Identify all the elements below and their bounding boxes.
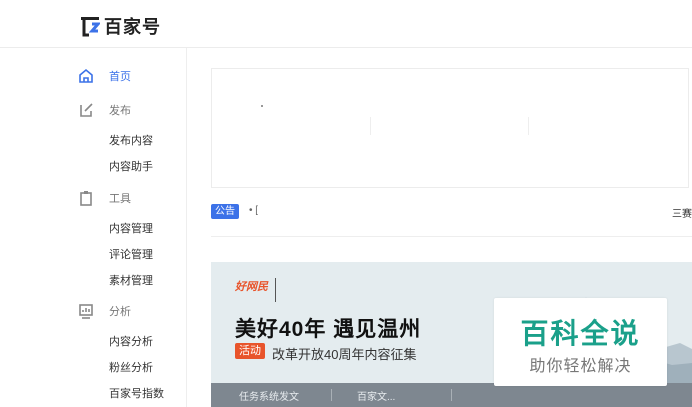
sidebar-subitem-material-management[interactable]: 素材管理 — [109, 272, 153, 288]
watermark-overlay: 百科全说 助你轻松解决 — [494, 298, 667, 386]
watermark-title: 百科全说 — [520, 318, 641, 349]
announcement-bar[interactable]: 公告 • [ 三赛 — [211, 204, 692, 220]
top-bar: 百家号 — [0, 0, 692, 48]
stat-marker — [261, 105, 263, 107]
sidebar-item-label: 首页 — [109, 71, 131, 83]
home-icon — [79, 68, 93, 83]
banner-logo-separator — [275, 278, 276, 302]
announcement-text[interactable]: • [ — [249, 205, 258, 216]
sidebar-item-home[interactable]: 首页 — [0, 64, 186, 88]
sidebar-subitem-publish-content[interactable]: 发布内容 — [109, 132, 153, 148]
sidebar-item-label: 分析 — [109, 306, 131, 318]
banner-subtitle: 改革开放40周年内容征集 — [272, 347, 417, 362]
sidebar-subitem-content-assistant[interactable]: 内容助手 — [109, 158, 153, 174]
stat-divider — [370, 117, 371, 135]
logo-text: 百家号 — [104, 17, 161, 37]
announcement-tail-text[interactable]: 三赛 — [672, 205, 692, 220]
sidebar-item-publish[interactable]: 发布 — [0, 98, 186, 122]
sidebar-item-label: 发布 — [109, 105, 131, 117]
banner-tab-bar: 任务系统发文 百家文... — [211, 383, 692, 407]
banner-tab-separator — [331, 389, 332, 401]
sidebar-item-label: 工具 — [109, 193, 131, 205]
watermark-subtitle: 助你轻松解决 — [529, 358, 632, 375]
banner-activity-tag: 活动 — [235, 343, 265, 359]
sidebar-subitem-comment-management[interactable]: 评论管理 — [109, 246, 153, 262]
logo-icon — [81, 17, 100, 37]
sidebar-item-analysis[interactable]: 分析 — [0, 299, 186, 323]
banner-tab-baijia-article[interactable]: 百家文... — [357, 388, 395, 403]
banner-logo-text: 好网民 — [235, 281, 268, 293]
sidebar-item-tools[interactable]: 工具 — [0, 186, 186, 210]
sidebar-subitem-fan-analysis[interactable]: 粉丝分析 — [109, 359, 153, 375]
stats-card — [211, 68, 689, 188]
baijiahao-logo[interactable]: 百家号 — [80, 13, 161, 39]
sidebar-subitem-content-analysis[interactable]: 内容分析 — [109, 333, 153, 349]
banner-tab-separator — [451, 389, 452, 401]
divider — [211, 236, 692, 237]
sidebar: 首页 发布 发布内容 内容助手 工具 内容管理 评论管理 素材管理 分析 内容分… — [0, 48, 187, 407]
main-content: 公告 • [ 三赛 好网民 美好40年 遇见温州 活动 改革开放40周年内容征集… — [187, 48, 692, 407]
edit-icon — [80, 103, 93, 117]
sidebar-subitem-content-management[interactable]: 内容管理 — [109, 220, 153, 236]
clipboard-icon — [80, 191, 92, 206]
stat-divider — [528, 117, 529, 135]
banner-title: 美好40年 遇见温州 — [235, 318, 422, 341]
sidebar-subitem-baijiahao-index[interactable]: 百家号指数 — [109, 385, 164, 401]
chart-icon — [79, 304, 93, 319]
banner-tab-task-system[interactable]: 任务系统发文 — [239, 388, 299, 403]
announcement-badge: 公告 — [211, 204, 239, 219]
